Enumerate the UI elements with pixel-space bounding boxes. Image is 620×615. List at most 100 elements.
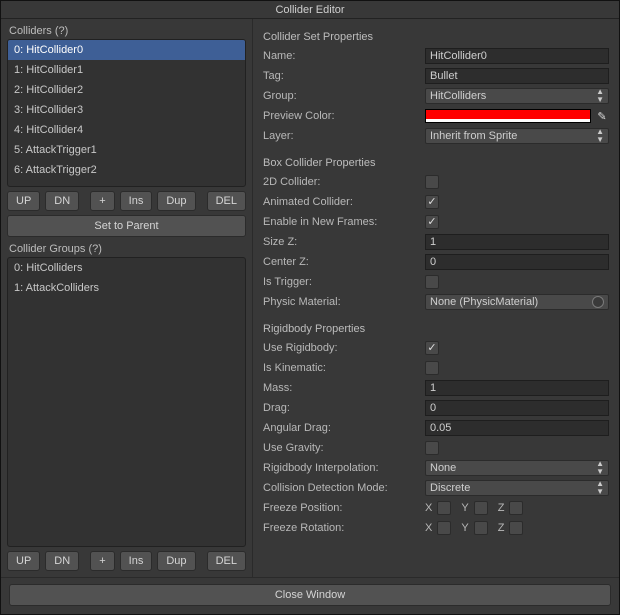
axis-y-label: Y bbox=[461, 502, 468, 514]
list-item[interactable]: 5: AttackTrigger1 bbox=[8, 140, 245, 160]
physmat-object-field[interactable]: None (PhysicMaterial) bbox=[425, 294, 609, 310]
del-button[interactable]: DEL bbox=[207, 191, 246, 211]
freeze-pos-label: Freeze Position: bbox=[263, 502, 425, 514]
list-item[interactable]: 1: AttackColliders bbox=[8, 278, 245, 298]
freeze-pos-row: X Y Z bbox=[425, 501, 523, 515]
tag-input[interactable] bbox=[425, 68, 609, 84]
freeze-rot-z-checkbox[interactable] bbox=[509, 521, 523, 535]
eyedropper-icon[interactable]: ✎ bbox=[595, 109, 609, 123]
groups-list[interactable]: 0: HitColliders 1: AttackColliders bbox=[7, 257, 246, 547]
groups-button-row: UP DN + Ins Dup DEL bbox=[7, 551, 246, 571]
updown-icon: ▲▼ bbox=[596, 88, 604, 104]
interp-label: Rigidbody Interpolation: bbox=[263, 462, 425, 474]
centerz-label: Center Z: bbox=[263, 256, 425, 268]
close-window-button[interactable]: Close Window bbox=[9, 584, 611, 606]
cdm-label: Collision Detection Mode: bbox=[263, 482, 425, 494]
set-to-parent-button[interactable]: Set to Parent bbox=[7, 215, 246, 237]
tag-label: Tag: bbox=[263, 70, 425, 82]
is2d-label: 2D Collider: bbox=[263, 176, 425, 188]
mass-label: Mass: bbox=[263, 382, 425, 394]
list-item[interactable]: 2: HitCollider2 bbox=[8, 80, 245, 100]
cdm-select-value: Discrete bbox=[430, 482, 470, 494]
preview-color-label: Preview Color: bbox=[263, 110, 425, 122]
mass-input[interactable] bbox=[425, 380, 609, 396]
axis-x-label: X bbox=[425, 522, 432, 534]
axis-z-label: Z bbox=[498, 502, 505, 514]
name-input[interactable] bbox=[425, 48, 609, 64]
box-props-title: Box Collider Properties bbox=[263, 157, 609, 169]
layer-select-value: Inherit from Sprite bbox=[430, 130, 517, 142]
preview-color-field[interactable] bbox=[425, 109, 591, 123]
sizez-input[interactable] bbox=[425, 234, 609, 250]
freeze-pos-z-checkbox[interactable] bbox=[509, 501, 523, 515]
set-props-title: Collider Set Properties bbox=[263, 31, 609, 43]
layer-select[interactable]: Inherit from Sprite ▲▼ bbox=[425, 128, 609, 144]
gravity-label: Use Gravity: bbox=[263, 442, 425, 454]
kinematic-label: Is Kinematic: bbox=[263, 362, 425, 374]
enable-checkbox[interactable] bbox=[425, 215, 439, 229]
object-picker-icon[interactable] bbox=[592, 296, 604, 308]
axis-x-label: X bbox=[425, 502, 432, 514]
freeze-pos-x-checkbox[interactable] bbox=[437, 501, 451, 515]
interp-select-value: None bbox=[430, 462, 456, 474]
list-item[interactable]: 0: HitCollider0 bbox=[8, 40, 245, 60]
drag-input[interactable] bbox=[425, 400, 609, 416]
list-item[interactable]: 0: HitColliders bbox=[8, 258, 245, 278]
angular-drag-input[interactable] bbox=[425, 420, 609, 436]
use-rb-checkbox[interactable] bbox=[425, 341, 439, 355]
groups-section: Collider Groups (?) 0: HitColliders 1: A… bbox=[7, 243, 246, 571]
freeze-pos-y-checkbox[interactable] bbox=[474, 501, 488, 515]
dup-button[interactable]: Dup bbox=[157, 191, 195, 211]
interp-select[interactable]: None ▲▼ bbox=[425, 460, 609, 476]
drag-label: Drag: bbox=[263, 402, 425, 414]
freeze-rot-y-checkbox[interactable] bbox=[474, 521, 488, 535]
ins-button[interactable]: Ins bbox=[120, 551, 153, 571]
freeze-rot-x-checkbox[interactable] bbox=[437, 521, 451, 535]
add-button[interactable]: + bbox=[90, 191, 114, 211]
layer-label: Layer: bbox=[263, 130, 425, 142]
physmat-label: Physic Material: bbox=[263, 296, 425, 308]
is2d-checkbox[interactable] bbox=[425, 175, 439, 189]
updown-icon: ▲▼ bbox=[596, 460, 604, 476]
group-select-value: HitColliders bbox=[430, 90, 486, 102]
up-button[interactable]: UP bbox=[7, 551, 40, 571]
ins-button[interactable]: Ins bbox=[120, 191, 153, 211]
left-pane: Colliders (?) 0: HitCollider0 1: HitColl… bbox=[1, 19, 253, 577]
colliders-label: Colliders (?) bbox=[7, 25, 246, 37]
animated-label: Animated Collider: bbox=[263, 196, 425, 208]
list-item[interactable]: 3: HitCollider3 bbox=[8, 100, 245, 120]
footer: Close Window bbox=[1, 577, 619, 614]
angular-drag-label: Angular Drag: bbox=[263, 422, 425, 434]
up-button[interactable]: UP bbox=[7, 191, 40, 211]
axis-z-label: Z bbox=[498, 522, 505, 534]
animated-checkbox[interactable] bbox=[425, 195, 439, 209]
window-title: Collider Editor bbox=[1, 1, 619, 19]
dn-button[interactable]: DN bbox=[45, 551, 79, 571]
kinematic-checkbox[interactable] bbox=[425, 361, 439, 375]
colliders-list[interactable]: 0: HitCollider0 1: HitCollider1 2: HitCo… bbox=[7, 39, 246, 187]
dn-button[interactable]: DN bbox=[45, 191, 79, 211]
group-select[interactable]: HitColliders ▲▼ bbox=[425, 88, 609, 104]
alpha-bar bbox=[426, 119, 590, 122]
groups-label: Collider Groups (?) bbox=[7, 243, 246, 255]
content-area: Colliders (?) 0: HitCollider0 1: HitColl… bbox=[1, 19, 619, 577]
updown-icon: ▲▼ bbox=[596, 480, 604, 496]
list-item[interactable]: 6: AttackTrigger2 bbox=[8, 160, 245, 180]
centerz-input[interactable] bbox=[425, 254, 609, 270]
group-label: Group: bbox=[263, 90, 425, 102]
name-label: Name: bbox=[263, 50, 425, 62]
list-item[interactable]: 4: HitCollider4 bbox=[8, 120, 245, 140]
cdm-select[interactable]: Discrete ▲▼ bbox=[425, 480, 609, 496]
gravity-checkbox[interactable] bbox=[425, 441, 439, 455]
list-item[interactable]: 1: HitCollider1 bbox=[8, 60, 245, 80]
trigger-checkbox[interactable] bbox=[425, 275, 439, 289]
add-button[interactable]: + bbox=[90, 551, 114, 571]
rb-props-title: Rigidbody Properties bbox=[263, 323, 609, 335]
freeze-rot-row: X Y Z bbox=[425, 521, 523, 535]
trigger-label: Is Trigger: bbox=[263, 276, 425, 288]
axis-y-label: Y bbox=[461, 522, 468, 534]
del-button[interactable]: DEL bbox=[207, 551, 246, 571]
sizez-label: Size Z: bbox=[263, 236, 425, 248]
dup-button[interactable]: Dup bbox=[157, 551, 195, 571]
enable-label: Enable in New Frames: bbox=[263, 216, 425, 228]
